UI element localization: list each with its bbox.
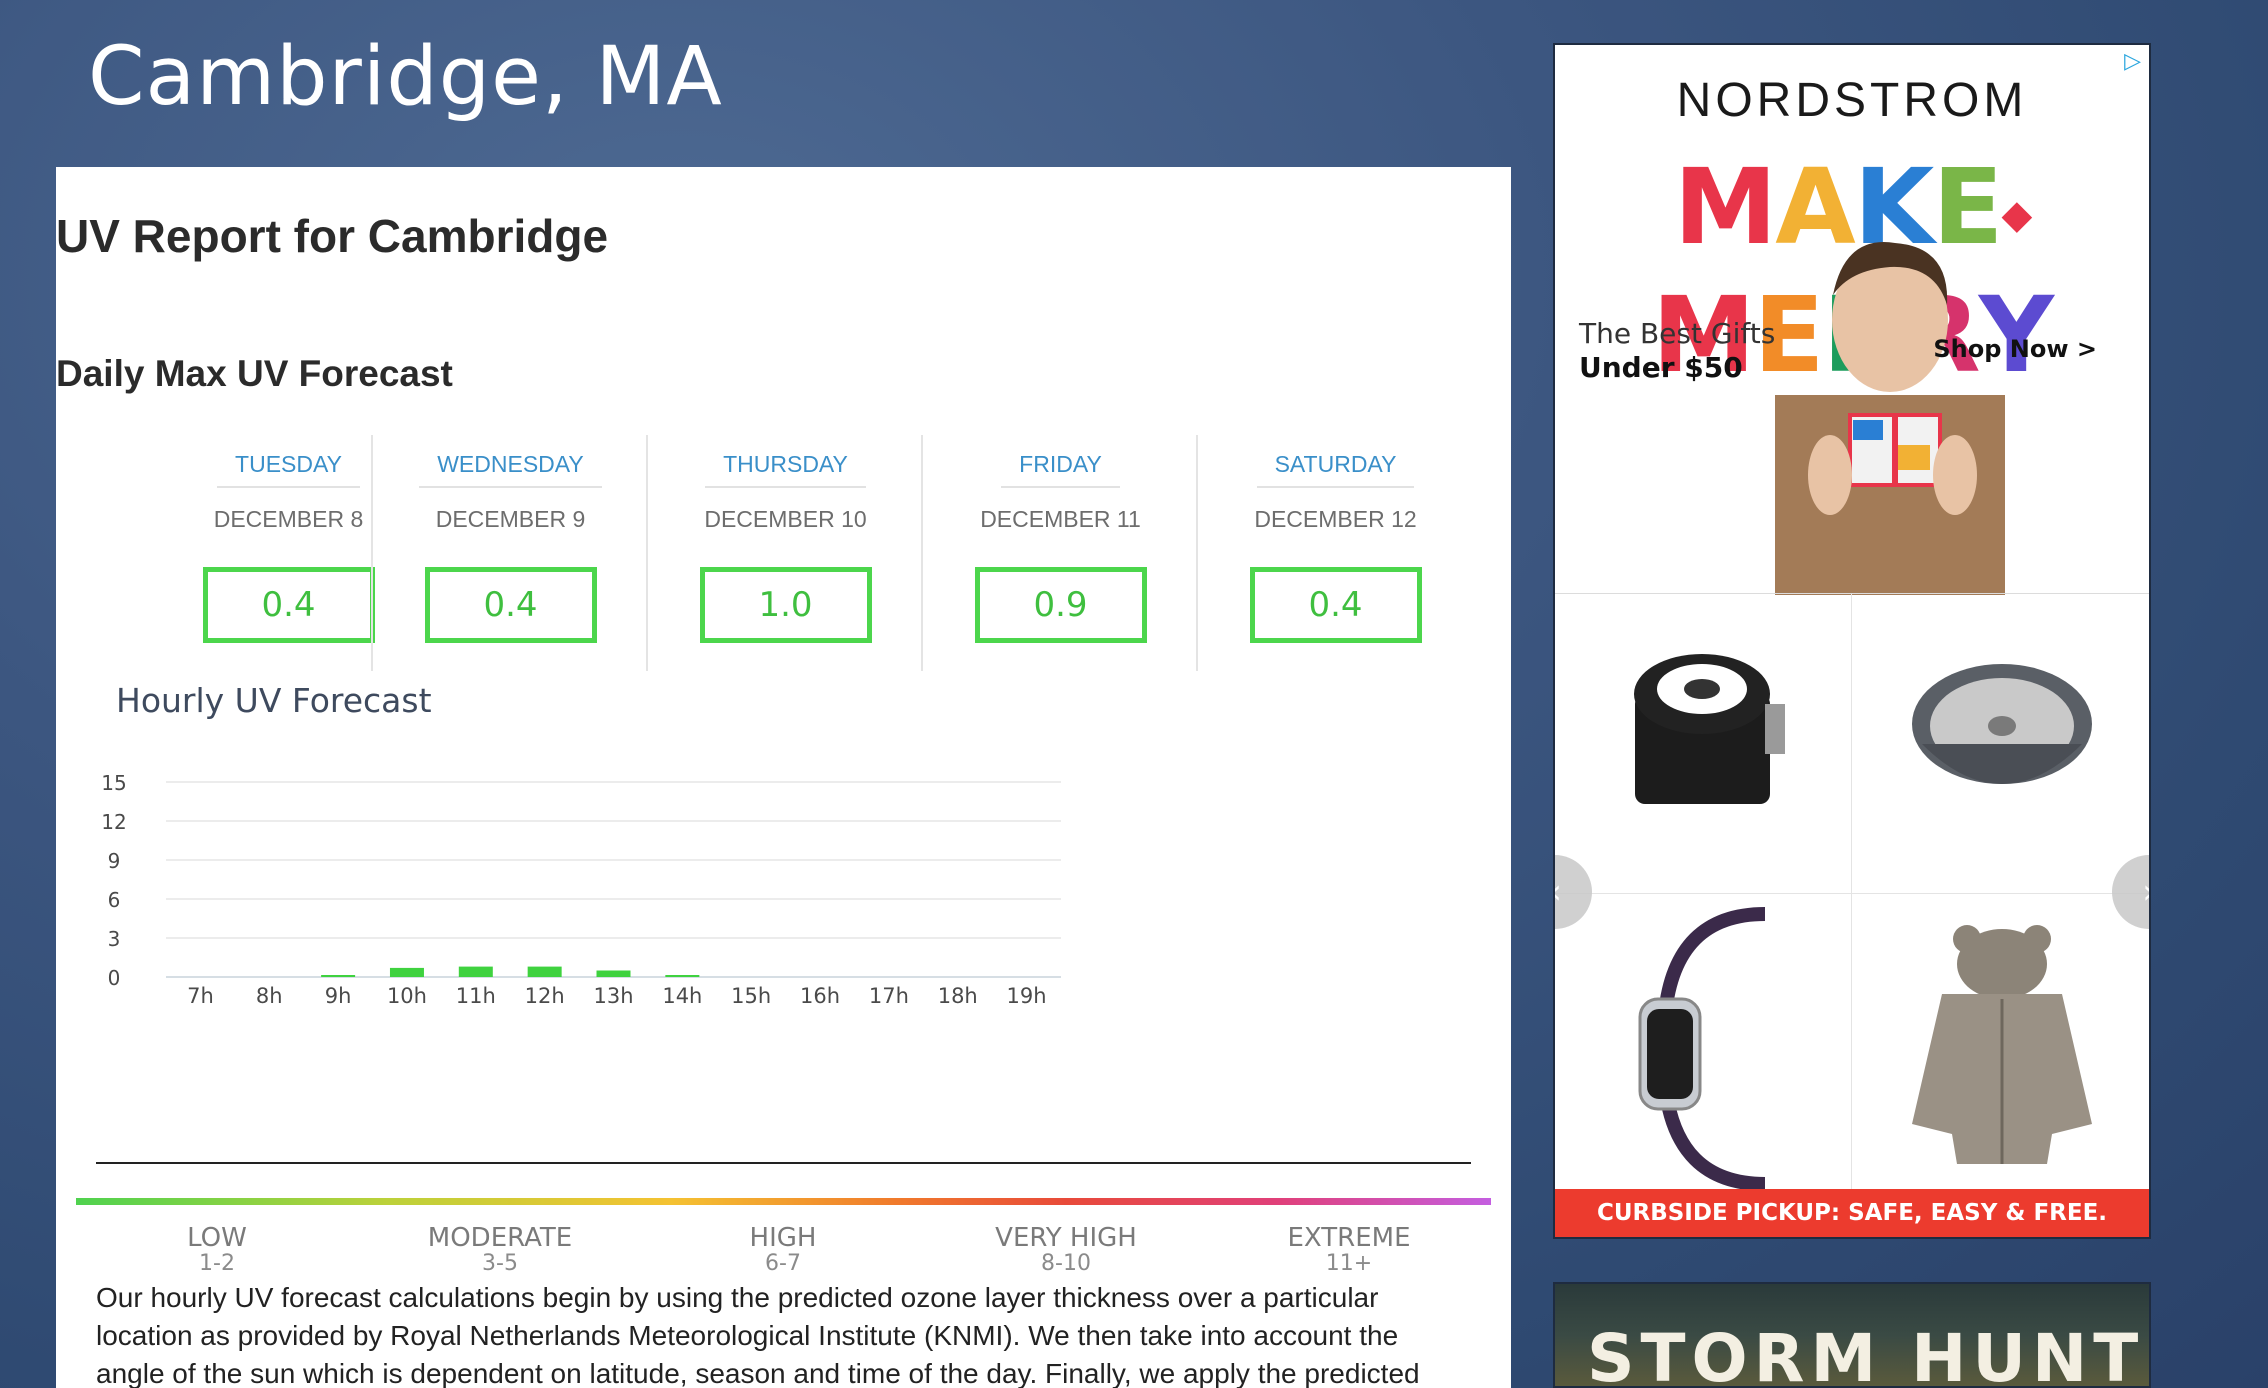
city-title: Cambridge, MA [88,30,723,124]
uv-bar [458,966,493,977]
bundt-pan-icon [1912,664,2092,784]
x-tick-label: 17h [869,984,909,1008]
storm-hunters-ad[interactable]: STORM HUNTERS [1553,1282,2151,1388]
weekday-link[interactable]: THURSDAY [705,451,866,488]
scale-label: LOW [187,1223,247,1253]
weekday-link[interactable]: FRIDAY [1001,451,1120,488]
forecast-description: Our hourly UV forecast calculations begi… [96,1282,1420,1388]
x-tick-label: 16h [800,984,840,1008]
x-tick-label: 18h [938,984,978,1008]
nordstrom-ad[interactable]: ▷ NORDSTROM MAKE◆MERRY The Best Gifts Un… [1553,43,2151,1239]
x-tick-label: 13h [593,984,633,1008]
y-tick-label: 6 [108,888,121,912]
forecast-date: DECEMBER 11 [980,506,1141,532]
headline-letter: M [1673,146,1777,268]
product-smartwatch[interactable] [1555,894,1852,1194]
product-faux-fur-jacket[interactable] [1852,894,2149,1194]
uv-bar [665,975,700,977]
scale-range: 1-2 [199,1251,235,1276]
ad-brand: NORDSTROM [1676,74,2028,127]
x-tick-label: 8h [256,984,283,1008]
uv-index-value: 0.4 [424,567,597,643]
y-tick-label: 9 [108,849,121,873]
uv-report-card: UV Report for Cambridge Daily Max UV For… [56,167,1511,1388]
uv-index-value: 1.0 [699,567,872,643]
uv-index-value: 0.4 [202,567,375,643]
uv-index-value: 0.9 [974,567,1147,643]
scale-range: 8-10 [1041,1251,1091,1276]
weekday-link[interactable]: SATURDAY [1256,451,1415,488]
fur-jacket-icon [1912,925,2092,1164]
y-tick-label: 3 [108,927,121,951]
forecast-date: DECEMBER 12 [1254,506,1417,532]
product-bundt-pan[interactable] [1852,594,2149,894]
curbside-pickup-banner[interactable]: CURBSIDE PICKUP: SAFE, EASY & FREE. [1555,1189,2149,1237]
scale-range: 11+ [1325,1251,1373,1276]
y-tick-label: 15 [101,771,126,795]
x-tick-label: 19h [1007,984,1047,1008]
adchoices-icon[interactable]: ▷ [2124,49,2141,74]
x-tick-label: 7h [187,984,214,1008]
scale-range: 3-5 [482,1251,518,1276]
day-forecast: WEDNESDAY DECEMBER 9 0.4 [371,435,648,671]
forecast-date: DECEMBER 9 [435,506,586,532]
headline-diamond: ◆ [2001,191,2032,238]
coffee-canister-icon [1634,654,1785,804]
scale-label: EXTREME [1287,1223,1411,1253]
uv-scale-moderate: MODERATE 3-5 [390,1224,610,1276]
shop-now-link[interactable]: Shop Now > [1933,335,2097,363]
tagline-price: Under $50 [1579,351,1743,384]
weekday-link[interactable]: WEDNESDAY [419,451,602,488]
uv-bar [389,967,424,977]
day-forecast: SATURDAY DECEMBER 12 0.4 [1196,435,1473,671]
uv-scale-extreme: EXTREME 11+ [1239,1224,1459,1276]
model-holding-gift-photo [1775,242,2005,595]
product-grid [1555,593,2149,1194]
tagline-line: The Best Gifts [1579,317,1776,350]
y-tick-label: 12 [101,810,126,834]
report-title: UV Report for Cambridge [56,210,609,262]
x-tick-label: 10h [387,984,427,1008]
daily-forecast-heading: Daily Max UV Forecast [56,353,453,394]
scale-label: HIGH [749,1223,817,1253]
scale-range: 6-7 [765,1251,801,1276]
uv-bar [321,975,356,977]
x-tick-label: 11h [456,984,496,1008]
hourly-uv-chart: 0 3 6 9 12 15 7h 8h 9h 10h 11h 12h 13h 14h 15h 16h 17h 18… [101,771,1061,1008]
smartwatch-icon [1638,907,1766,1191]
hourly-forecast-heading: Hourly UV Forecast [116,681,432,720]
uv-scale-high: HIGH 6-7 [673,1224,893,1276]
ad-tagline: The Best Gifts Under $50 [1579,317,1775,385]
uv-bar [596,970,631,977]
uv-scale-low: LOW 1-2 [107,1224,327,1276]
scale-label: MODERATE [427,1223,573,1253]
day-forecast: THURSDAY DECEMBER 10 1.0 [646,435,923,671]
uv-index-value: 0.4 [1249,567,1422,643]
forecast-date: DECEMBER 10 [704,506,867,532]
uv-bar [527,966,562,977]
chart-divider [96,1162,1471,1164]
uv-scale-very-high: VERY HIGH 8-10 [956,1224,1176,1276]
x-tick-label: 14h [662,984,702,1008]
y-tick-label: 0 [108,966,121,990]
uv-scale-gradient [76,1198,1491,1205]
product-coffee-canister[interactable] [1555,594,1852,894]
day-forecast: FRIDAY DECEMBER 11 0.9 [921,435,1198,671]
x-tick-label: 9h [325,984,352,1008]
x-tick-label: 12h [525,984,565,1008]
x-tick-label: 15h [731,984,771,1008]
scale-label: VERY HIGH [995,1223,1137,1253]
ad2-title: STORM HUNTERS [1587,1320,2149,1388]
weekday-link[interactable]: TUESDAY [217,451,360,488]
